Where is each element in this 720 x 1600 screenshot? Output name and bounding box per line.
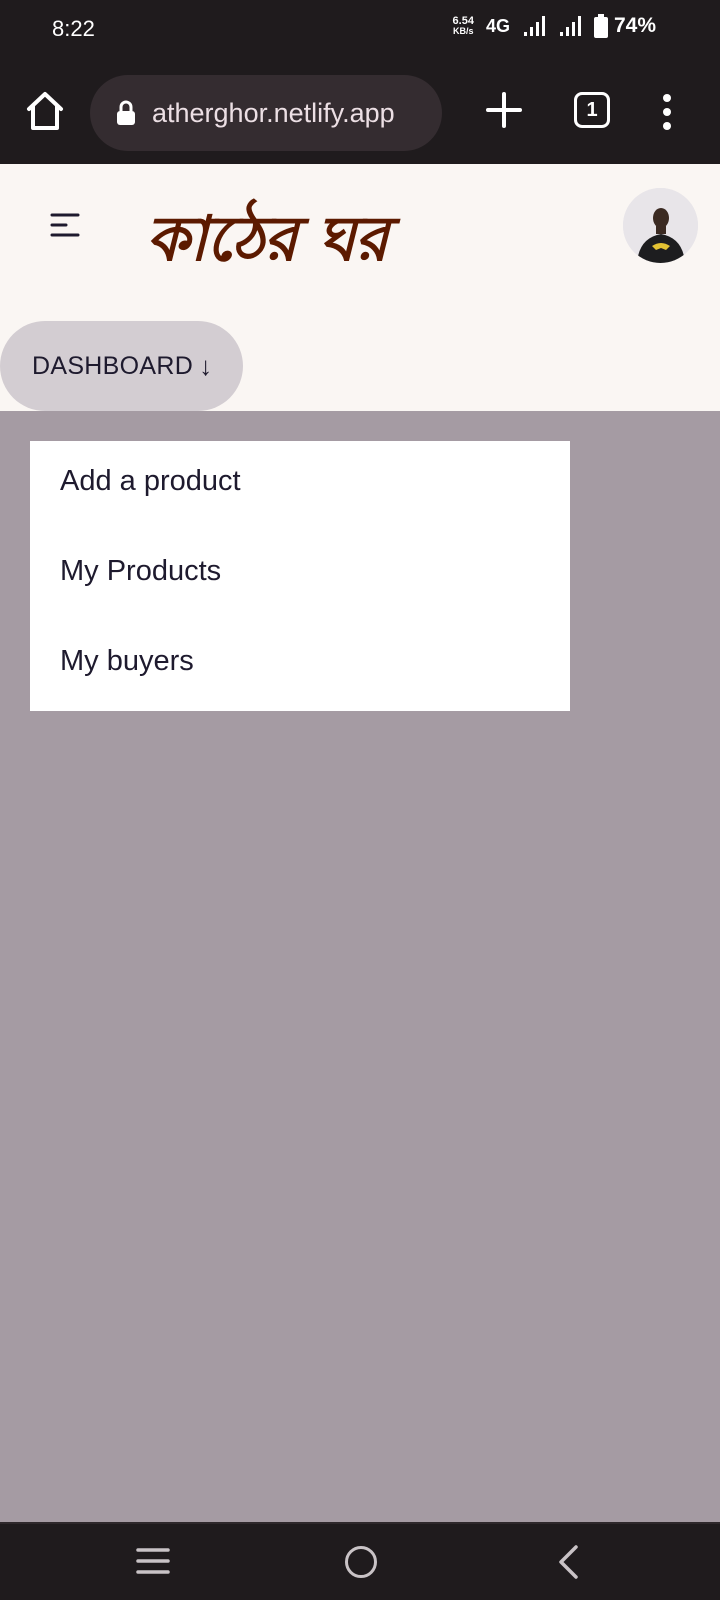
tab-count: 1 — [586, 98, 598, 121]
url-bar[interactable]: atherghor.netlify.app — [90, 75, 442, 151]
status-time: 8:22 — [52, 16, 95, 41]
system-nav-bar — [0, 1522, 720, 1600]
browser-toolbar: atherghor.netlify.app 1 — [0, 62, 720, 164]
back-icon[interactable] — [556, 1544, 580, 1580]
network-type: 4G — [485, 15, 510, 36]
status-bar: 8:22 6.54 KB/s 4G 74% — [0, 0, 720, 62]
plus-icon[interactable] — [484, 90, 524, 130]
battery: 74% — [593, 14, 656, 38]
net-speed-value: 6.54 — [452, 15, 474, 27]
dashboard-label: DASHBOARD — [32, 351, 194, 380]
arrow-down-icon: ↓ — [199, 350, 213, 381]
menu-icon[interactable] — [50, 212, 84, 240]
tabs-icon[interactable]: 1 — [574, 92, 610, 128]
site-logo[interactable]: কাঠের ঘর — [146, 192, 388, 295]
dashboard-button[interactable]: DASHBOARD ↓ — [0, 321, 243, 411]
net-speed-unit: KB/s — [452, 26, 474, 36]
battery-percent: 74% — [613, 14, 656, 37]
signal-icon-2 — [559, 16, 581, 36]
battery-icon — [593, 14, 608, 38]
page-overlay[interactable]: কাঠের ঘর DASHBOARD ↓ Add a product My Pr… — [0, 164, 720, 1522]
url-text: atherghor.netlify.app — [152, 97, 395, 128]
recent-apps-icon[interactable] — [136, 1546, 170, 1576]
site-header: কাঠের ঘর DASHBOARD ↓ — [0, 164, 720, 411]
dropdown-item-add-product[interactable]: Add a product — [60, 465, 241, 498]
dashboard-dropdown: Add a product My Products My buyers — [30, 441, 570, 711]
net-speed: 6.54 KB/s — [452, 15, 474, 37]
avatar-image — [623, 188, 698, 263]
signal-icon — [523, 16, 545, 36]
dropdown-item-my-buyers[interactable]: My buyers — [60, 645, 194, 678]
status-icons: 6.54 KB/s 4G 74% — [453, 14, 656, 38]
more-vert-icon[interactable] — [656, 92, 678, 132]
avatar[interactable] — [623, 188, 698, 263]
home-icon[interactable] — [22, 88, 68, 134]
dropdown-item-my-products[interactable]: My Products — [60, 555, 221, 588]
lock-icon — [117, 100, 135, 125]
home-circle-icon[interactable] — [345, 1546, 377, 1578]
